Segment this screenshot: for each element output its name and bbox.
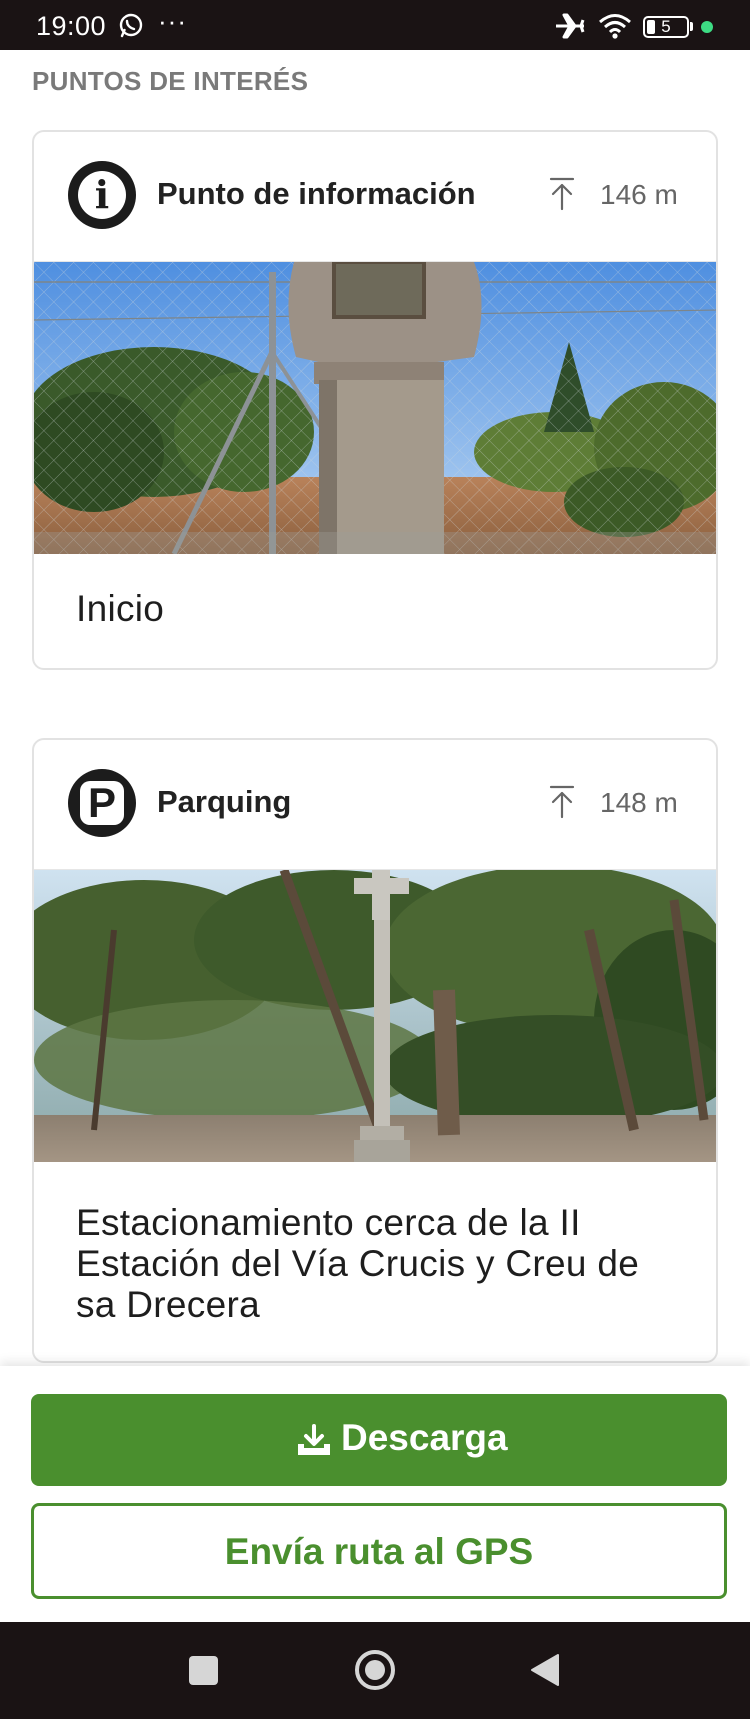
home-circle-icon[interactable] — [355, 1650, 395, 1690]
navigation-bar — [0, 1622, 750, 1719]
wifi-icon — [599, 14, 631, 39]
download-button[interactable]: Descarga — [31, 1394, 727, 1486]
whatsapp-icon — [119, 13, 143, 38]
poi-elevation: 146 m — [600, 179, 678, 210]
elevation-icon — [549, 177, 575, 211]
elevation-icon — [549, 785, 575, 819]
download-tray-icon — [298, 1424, 330, 1455]
airplane-icon — [556, 13, 585, 39]
recents-square-icon[interactable] — [189, 1656, 218, 1685]
poi-type-label: Parquing — [157, 784, 292, 819]
back-triangle-icon[interactable] — [530, 1653, 560, 1687]
poi-card[interactable]: P Parquing 148 m Estacionamiento cerca d… — [32, 738, 718, 1363]
poi-photo[interactable] — [34, 262, 716, 554]
info-icon: i — [68, 161, 136, 229]
poi-card-header: i Punto de información 146 m — [34, 132, 716, 262]
status-time: 19:00 — [36, 11, 107, 41]
poi-elevation: 148 m — [600, 787, 678, 818]
poi-type-label: Punto de información — [157, 176, 476, 211]
send-route-gps-label: Envía ruta al GPS — [224, 1531, 534, 1572]
action-area: Descarga Envía ruta al GPS — [0, 1366, 750, 1622]
poi-card[interactable]: i Punto de información 146 m Inicio — [32, 130, 718, 670]
poi-caption: Inicio — [76, 588, 165, 629]
battery-level: 5 — [661, 17, 671, 36]
send-route-gps-button[interactable]: Envía ruta al GPS — [31, 1503, 727, 1599]
battery-tip — [690, 22, 693, 31]
battery-icon: 5 — [643, 16, 689, 38]
section-title: PUNTOS DE INTERÉS — [32, 66, 309, 96]
poi-caption: Estacionamiento cerca de la II Estación … — [76, 1202, 640, 1325]
status-bar: 19:00 ··· 5 — [0, 0, 750, 50]
privacy-indicator-dot — [701, 21, 713, 33]
download-button-label: Descarga — [341, 1417, 508, 1458]
more-dots-icon: ··· — [158, 6, 187, 36]
parking-icon: P — [68, 769, 136, 837]
poi-photo[interactable] — [34, 870, 716, 1162]
poi-card-header: P Parquing 148 m — [34, 740, 716, 870]
